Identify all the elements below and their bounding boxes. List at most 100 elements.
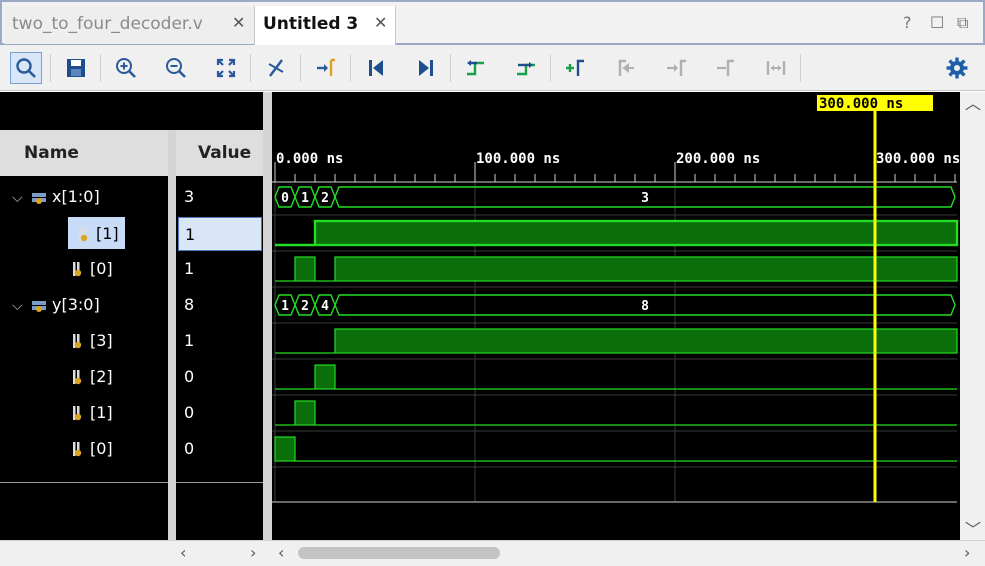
cursor-time-label: 300.000 ns [819,96,903,112]
close-icon[interactable]: ✕ [374,13,387,32]
value-column-header[interactable]: Value [176,130,263,176]
bit-signal-icon [73,441,82,456]
next-marker-icon [667,59,686,76]
zoom-out-button[interactable] [160,52,192,84]
signal-name: x[1:0] [52,187,100,206]
bit-signal-icon [79,226,88,241]
next-transition-button[interactable] [510,52,542,84]
signal-row-6[interactable]: [1] [68,395,113,431]
scroll-left-icon[interactable]: ‹ [180,543,186,563]
chevron-down-icon[interactable]: ⌵ [12,288,30,324]
signal-row-3[interactable]: ⌵ y[3:0] [12,287,100,323]
scroll-right-icon[interactable]: › [250,543,256,563]
vertical-scrollbar[interactable]: ︿ ﹀ [960,92,985,540]
settings-button[interactable] [941,52,973,84]
scroll-right-icon[interactable]: › [964,543,970,563]
go-to-start-button[interactable] [360,52,392,84]
bit-signal-icon [73,261,82,276]
ruler-label: 300.000 ns [876,151,960,167]
previous-transition-icon [467,60,484,76]
go-to-start-icon [369,60,383,76]
previous-marker-button[interactable] [610,52,642,84]
scroll-thumb[interactable] [298,547,500,559]
signal-name: [3] [90,331,113,350]
save-button[interactable] [60,52,92,84]
signal-row-0[interactable]: ⌵ x[1:0] [12,179,100,215]
zoom-in-icon [116,58,136,78]
signal-value: 0 [184,403,195,422]
bus-value-label: 4 [321,299,329,314]
save-icon [67,59,85,77]
signal-row-2[interactable]: [0] [68,251,113,287]
signal-row-1[interactable]: [1] [68,217,125,249]
pane-divider[interactable] [263,92,272,540]
signal-row-4[interactable]: [3] [68,323,113,359]
column-divider[interactable] [168,130,176,540]
signal-row-7[interactable]: [0] [68,431,113,467]
signal-value: 8 [184,295,195,314]
horizontal-scrollbars: ‹ › ‹ › [0,540,985,566]
high-level [334,256,958,282]
swap-cursor-button[interactable] [710,52,742,84]
divider [0,482,168,483]
bus-value-label: 8 [641,299,649,314]
tab-bar: two_to_four_decoder.v ✕ Untitled 3 ✕ ? ☐… [0,0,985,47]
float-icon[interactable]: ⧉ [957,13,968,33]
bus-value-label: 1 [301,191,309,206]
scroll-up-icon[interactable]: ︿ [965,94,981,114]
signal-name: [0] [90,439,113,458]
zoom-in-button[interactable] [110,52,142,84]
separator [50,54,51,82]
bus-value-label: 0 [281,191,289,206]
scroll-down-icon[interactable]: ﹀ [965,520,981,540]
separator [300,54,301,82]
distance-button[interactable] [760,52,792,84]
marker-button[interactable] [310,52,342,84]
name-column-header[interactable]: Name [0,130,168,176]
zoom-fit-icon [216,58,236,78]
bit-signal-icon [73,405,82,420]
help-icon[interactable]: ? [903,13,912,33]
cursor-to-zero-icon [268,59,284,77]
ruler-label: 200.000 ns [676,151,760,167]
high-level [313,219,959,247]
distance-icon [766,61,786,75]
search-button[interactable] [10,52,42,84]
separator [550,54,551,82]
chevron-down-icon[interactable]: ⌵ [12,180,30,216]
close-icon[interactable]: ✕ [232,13,245,32]
signal-name: [2] [90,367,113,386]
signal-name: [0] [90,259,113,278]
high-level [334,328,958,354]
signal-value: 0 [184,439,195,458]
separator [350,54,351,82]
separator [100,54,101,82]
waveform-canvas[interactable]: 0.000 ns 100.000 ns 200.000 ns 300.000 ns 0 1… [272,92,960,540]
signal-value: 1 [184,259,195,278]
zoom-out-icon [166,58,186,78]
go-to-end-button[interactable] [410,52,442,84]
restore-icon[interactable]: ☐ [930,13,944,33]
high-level [274,436,296,462]
search-icon [16,58,36,78]
scroll-left-icon[interactable]: ‹ [278,543,284,563]
settings-icon [946,57,968,79]
tab-two-to-four-decoder[interactable]: two_to_four_decoder.v [4,6,254,44]
zoom-fit-button[interactable] [210,52,242,84]
signal-name: [1] [90,403,113,422]
separator [800,54,801,82]
signal-row-5[interactable]: [2] [68,359,113,395]
next-marker-button[interactable] [660,52,692,84]
previous-transition-button[interactable] [460,52,492,84]
previous-marker-icon [618,59,634,76]
cursor-to-zero-button[interactable] [260,52,292,84]
swap-cursor-icon [717,59,734,76]
signal-name: y[3:0] [52,295,100,314]
signal-value: 1 [184,331,195,350]
go-to-end-icon [419,60,433,76]
ruler-label: 0.000 ns [276,151,343,167]
add-marker-button[interactable] [560,52,592,84]
wave-toolbar [0,45,985,91]
high-level [294,400,316,426]
signal-value: 0 [184,367,195,386]
